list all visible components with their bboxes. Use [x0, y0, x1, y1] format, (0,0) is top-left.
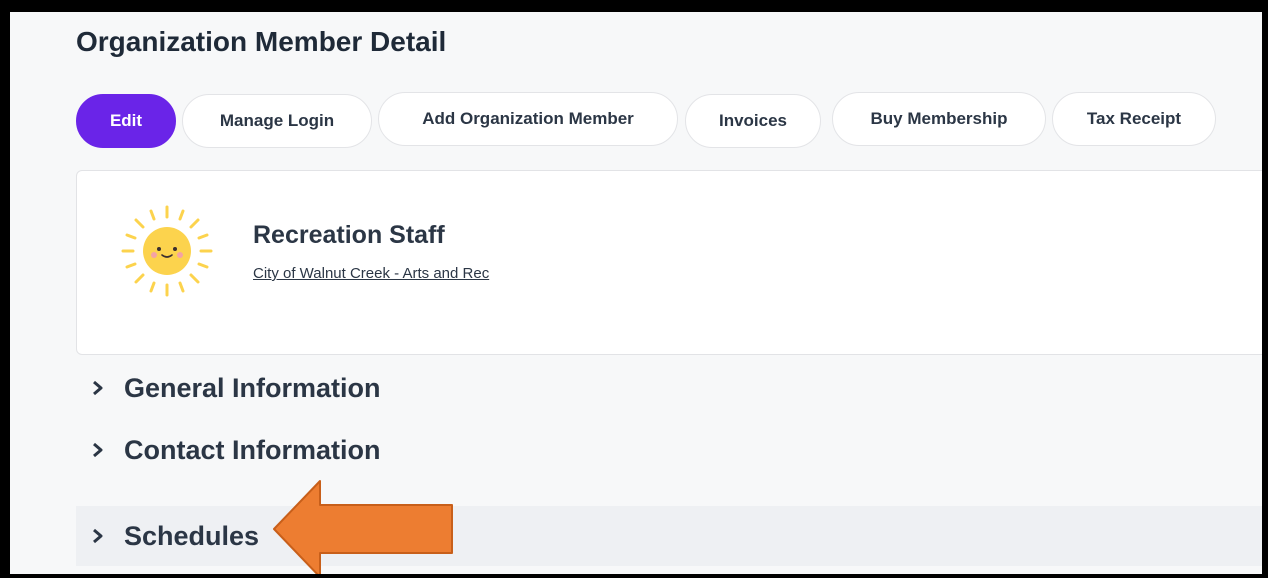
buy-membership-button[interactable]: Buy Membership	[832, 92, 1046, 146]
annotation-arrow-icon	[272, 479, 456, 574]
section-schedules[interactable]: Schedules	[76, 506, 1262, 566]
section-title: Contact Information	[124, 434, 381, 465]
chevron-right-icon	[93, 442, 103, 458]
section-title: General Information	[124, 372, 381, 403]
manage-login-button[interactable]: Manage Login	[182, 94, 372, 148]
page-frame: Organization Member Detail Edit Manage L…	[10, 12, 1262, 574]
add-organization-member-button[interactable]: Add Organization Member	[378, 92, 678, 146]
member-card: Recreation Staff City of Walnut Creek - …	[76, 170, 1262, 355]
member-name: Recreation Staff	[253, 221, 445, 249]
section-title: Schedules	[124, 520, 260, 551]
organization-link[interactable]: City of Walnut Creek - Arts and Rec	[253, 265, 489, 282]
chevron-right-icon	[93, 380, 103, 396]
sun-icon	[117, 201, 217, 306]
tax-receipt-button[interactable]: Tax Receipt	[1052, 92, 1216, 146]
section-general-information[interactable]: General Information	[76, 362, 1262, 414]
section-contact-information[interactable]: Contact Information	[76, 424, 1262, 476]
chevron-right-icon	[93, 528, 103, 544]
page-title: Organization Member Detail	[76, 26, 447, 57]
invoices-button[interactable]: Invoices	[685, 94, 821, 148]
edit-button[interactable]: Edit	[76, 94, 176, 148]
